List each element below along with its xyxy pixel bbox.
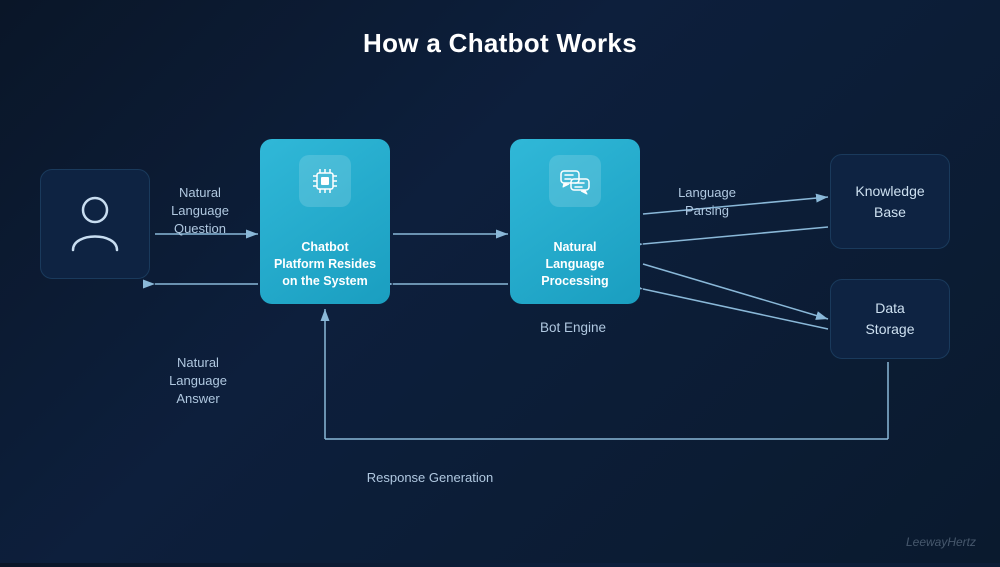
nlp-box: Natural Language Processing bbox=[510, 139, 640, 304]
watermark: LeewayHertz bbox=[906, 535, 976, 549]
chatbot-icon bbox=[299, 155, 351, 207]
diagram-area: Chatbot Platform Resides on the System N… bbox=[0, 79, 1000, 567]
user-box bbox=[40, 169, 150, 279]
data-storage-box: Data Storage bbox=[830, 279, 950, 359]
user-icon bbox=[65, 192, 125, 257]
knowledge-base-label: Knowledge Base bbox=[855, 181, 924, 223]
nl-answer-label: Natural Language Answer bbox=[148, 354, 248, 409]
response-gen-label: Response Generation bbox=[330, 469, 530, 487]
nlp-icon bbox=[549, 155, 601, 207]
bot-engine-label: Bot Engine bbox=[508, 319, 638, 338]
nlp-label: Natural Language Processing bbox=[510, 239, 640, 290]
chatbot-platform-box: Chatbot Platform Resides on the System bbox=[260, 139, 390, 304]
page-title: How a Chatbot Works bbox=[0, 0, 1000, 69]
lang-parsing-label: Language Parsing bbox=[652, 184, 762, 220]
data-storage-label: Data Storage bbox=[865, 298, 914, 340]
chatbot-platform-label: Chatbot Platform Resides on the System bbox=[260, 239, 390, 290]
knowledge-base-box: Knowledge Base bbox=[830, 154, 950, 249]
nl-question-label: Natural Language Question bbox=[155, 184, 245, 239]
